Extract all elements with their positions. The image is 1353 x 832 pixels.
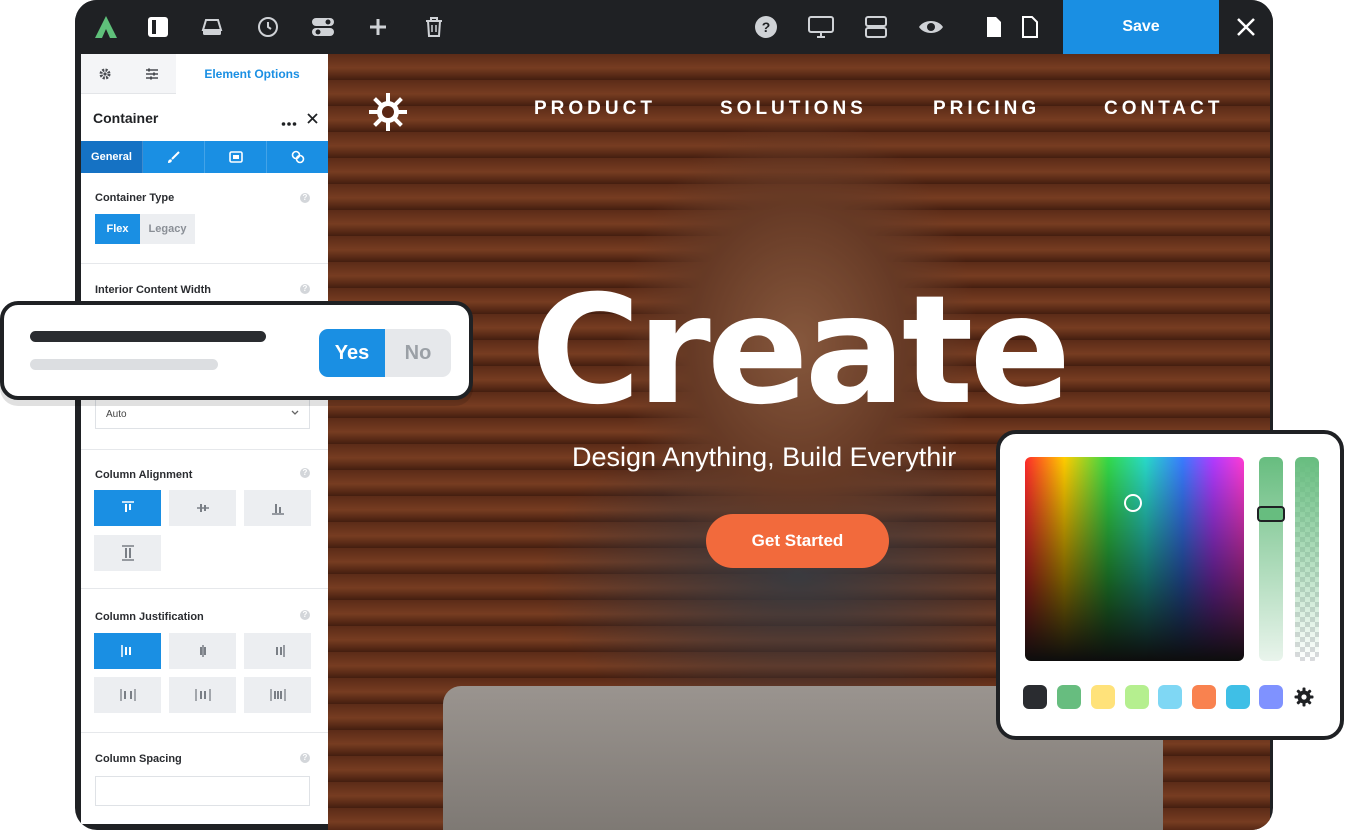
- get-started-button[interactable]: Get Started: [706, 514, 889, 568]
- options-panel: Element Options Container General Contai…: [81, 54, 328, 824]
- swatch-5[interactable]: [1158, 685, 1182, 709]
- layers-icon[interactable]: [863, 14, 889, 40]
- settings-tab-gear-icon[interactable]: [81, 54, 128, 94]
- swatch-3[interactable]: [1091, 685, 1115, 709]
- top-toolbar: ? Save: [75, 0, 1273, 54]
- panel-header: Container: [81, 94, 328, 141]
- hero-subtitle: Design Anything, Build Everythir: [572, 442, 957, 472]
- swatch-7[interactable]: [1226, 685, 1250, 709]
- align-top-button[interactable]: [94, 490, 161, 526]
- subtab-general[interactable]: General: [81, 141, 143, 173]
- chevron-down-icon: [291, 408, 299, 419]
- toggles-icon[interactable]: [310, 14, 336, 40]
- trash-icon[interactable]: [421, 14, 447, 40]
- section-divider: [81, 588, 328, 589]
- help-icon[interactable]: ?: [300, 753, 310, 763]
- width-select[interactable]: Auto: [95, 399, 310, 429]
- close-icon[interactable]: [1233, 14, 1259, 40]
- section-divider: [81, 449, 328, 450]
- align-bottom-button[interactable]: [244, 490, 311, 526]
- opacity-slider[interactable]: [1295, 457, 1319, 661]
- column-justification-label: Column Justification: [95, 611, 204, 623]
- tab-element-options[interactable]: Element Options: [176, 54, 328, 94]
- section-divider: [81, 732, 328, 733]
- swatch-4[interactable]: [1125, 685, 1149, 709]
- justify-space-around-button[interactable]: [169, 677, 236, 713]
- history-icon[interactable]: [255, 14, 281, 40]
- panel-close-icon[interactable]: [307, 111, 318, 129]
- sliders-tab-icon[interactable]: [128, 54, 176, 94]
- nav-contact[interactable]: CONTACT: [1104, 98, 1223, 120]
- interior-width-label: Interior Content Width: [95, 284, 211, 296]
- yes-no-toggle: Yes No: [319, 329, 451, 377]
- color-picker: [996, 430, 1344, 740]
- more-options-icon[interactable]: [281, 114, 297, 132]
- column-spacing-label: Column Spacing: [95, 753, 182, 765]
- help-icon[interactable]: ?: [300, 193, 310, 203]
- swatch-8[interactable]: [1259, 685, 1283, 709]
- add-icon[interactable]: [365, 14, 391, 40]
- yes-button[interactable]: Yes: [319, 329, 385, 377]
- swatch-6[interactable]: [1192, 685, 1216, 709]
- justify-center-button[interactable]: [169, 633, 236, 669]
- hue-slider[interactable]: [1257, 457, 1285, 661]
- site-logo-sun-icon[interactable]: [368, 92, 408, 137]
- hue-slider-handle[interactable]: [1257, 506, 1285, 522]
- nav-pricing[interactable]: PRICING: [933, 98, 1040, 120]
- column-alignment-label: Column Alignment: [95, 469, 193, 481]
- swatch-1[interactable]: [1023, 685, 1047, 709]
- no-button[interactable]: No: [385, 329, 451, 377]
- column-spacing-input[interactable]: [95, 776, 310, 806]
- container-type-label: Container Type: [95, 192, 175, 204]
- nav-solutions[interactable]: SOLUTIONS: [720, 98, 867, 120]
- subtab-design-brush-icon[interactable]: [143, 141, 205, 173]
- svg-text:?: ?: [762, 19, 771, 35]
- layout-panel-icon[interactable]: [145, 14, 171, 40]
- justify-space-evenly-button[interactable]: [244, 677, 311, 713]
- section-divider: [81, 263, 328, 264]
- align-stretch-button[interactable]: [94, 535, 161, 571]
- swatch-2[interactable]: [1057, 685, 1081, 709]
- placeholder-title-bar: [30, 331, 266, 342]
- placeholder-subtitle-bar: [30, 359, 218, 370]
- width-select-value: Auto: [106, 409, 127, 420]
- gear-icon[interactable]: [1292, 685, 1316, 709]
- panel-tabs: Element Options: [81, 54, 328, 94]
- subtab-media-icon[interactable]: [205, 141, 267, 173]
- logo-icon[interactable]: [93, 14, 119, 40]
- justify-end-button[interactable]: [244, 633, 311, 669]
- justify-space-between-button[interactable]: [94, 677, 161, 713]
- align-center-button[interactable]: [169, 490, 236, 526]
- help-icon[interactable]: ?: [300, 284, 310, 294]
- container-type-legacy[interactable]: Legacy: [140, 214, 195, 244]
- page-icon[interactable]: [981, 14, 1007, 40]
- subtab-effects-icon[interactable]: [267, 141, 328, 173]
- help-icon[interactable]: ?: [753, 14, 779, 40]
- container-type-flex[interactable]: Flex: [95, 214, 140, 244]
- preview-icon[interactable]: [918, 14, 944, 40]
- help-icon[interactable]: ?: [300, 610, 310, 620]
- justify-start-button[interactable]: [94, 633, 161, 669]
- color-spectrum[interactable]: [1025, 457, 1244, 661]
- nav-product[interactable]: PRODUCT: [534, 98, 656, 120]
- page-outline-icon[interactable]: [1017, 14, 1043, 40]
- spectrum-handle[interactable]: [1124, 494, 1142, 512]
- subtabs: General: [81, 141, 328, 173]
- toggle-card: Yes No: [0, 301, 473, 400]
- desktop-icon[interactable]: [808, 14, 834, 40]
- save-button[interactable]: Save: [1063, 0, 1219, 54]
- panel-title: Container: [93, 110, 159, 126]
- drive-icon[interactable]: [199, 14, 225, 40]
- help-icon[interactable]: ?: [300, 468, 310, 478]
